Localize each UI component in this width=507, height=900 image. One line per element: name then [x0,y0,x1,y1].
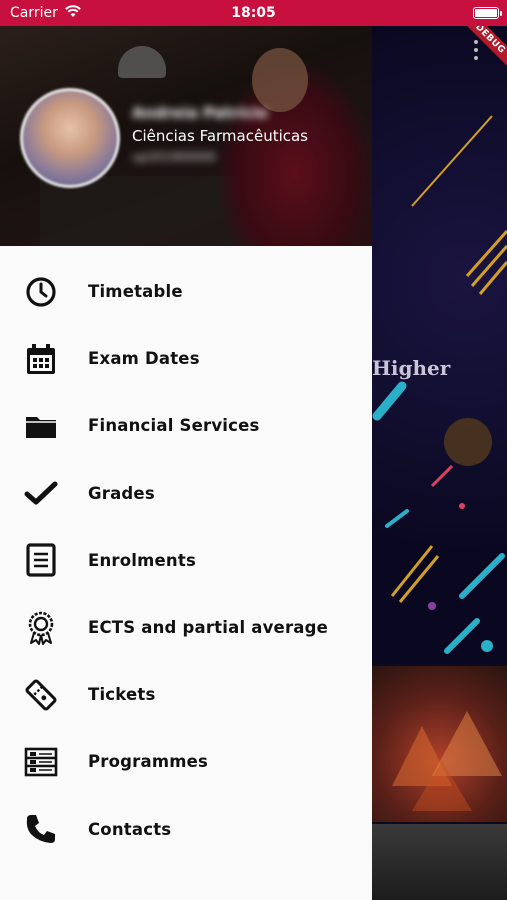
clock-icon [22,273,60,311]
list-icon [22,743,60,781]
menu-item-exam-dates[interactable]: Exam Dates [0,325,372,392]
menu-item-financial-services[interactable]: Financial Services [0,392,372,459]
background-card-image[interactable] [372,666,507,822]
menu-item-grades[interactable]: Grades [0,460,372,527]
ticket-icon [22,676,60,714]
background-card-dark[interactable] [372,824,507,900]
menu-item-label: Timetable [88,282,183,302]
menu-item-label: ECTS and partial average [88,618,329,638]
menu-item-contacts[interactable]: Contacts [0,796,372,863]
background-card-graphic[interactable] [372,26,507,664]
status-bar: Carrier 18:05 [0,0,507,26]
award-badge-icon [22,609,60,647]
menu-item-enrolments[interactable]: Enrolments [0,527,372,594]
drawer-menu: Timetable Exam Dates Financial Services … [0,258,372,863]
menu-item-ects[interactable]: ECTS and partial average [0,594,372,661]
checkmark-icon [22,474,60,512]
menu-item-timetable[interactable]: Timetable [0,258,372,325]
background-heading-fragment: Higher [372,356,451,380]
wifi-icon [64,4,82,22]
abstract-stripes-graphic [372,115,507,654]
profile-course: Ciências Farmacêuticas [132,127,309,145]
status-left: Carrier [10,4,82,22]
menu-item-label: Enrolments [88,550,196,570]
menu-item-programmes[interactable]: Programmes [0,728,372,795]
folder-icon [22,407,60,445]
blurred-photo-graphic [392,711,502,811]
more-options-icon[interactable] [474,40,480,60]
avatar[interactable] [20,88,120,188]
clock-time: 18:05 [231,5,276,21]
menu-item-label: Contacts [88,819,172,839]
profile-id: up201900000 [132,150,216,164]
menu-item-tickets[interactable]: Tickets [0,661,372,728]
menu-item-label: Grades [88,483,155,503]
menu-item-label: Programmes [88,752,209,772]
carrier-label: Carrier [10,5,58,21]
battery-icon [473,7,502,19]
document-icon [22,541,60,579]
profile-name: Andreia Patrício [132,104,268,122]
drawer-header[interactable]: Andreia Patrício Ciências Farmacêuticas … [0,26,372,246]
navigation-drawer: Andreia Patrício Ciências Farmacêuticas … [0,26,372,900]
menu-item-label: Tickets [88,685,156,705]
menu-item-label: Exam Dates [88,349,200,369]
menu-item-label: Financial Services [88,416,260,436]
calendar-icon [22,340,60,378]
phone-icon [22,810,60,848]
